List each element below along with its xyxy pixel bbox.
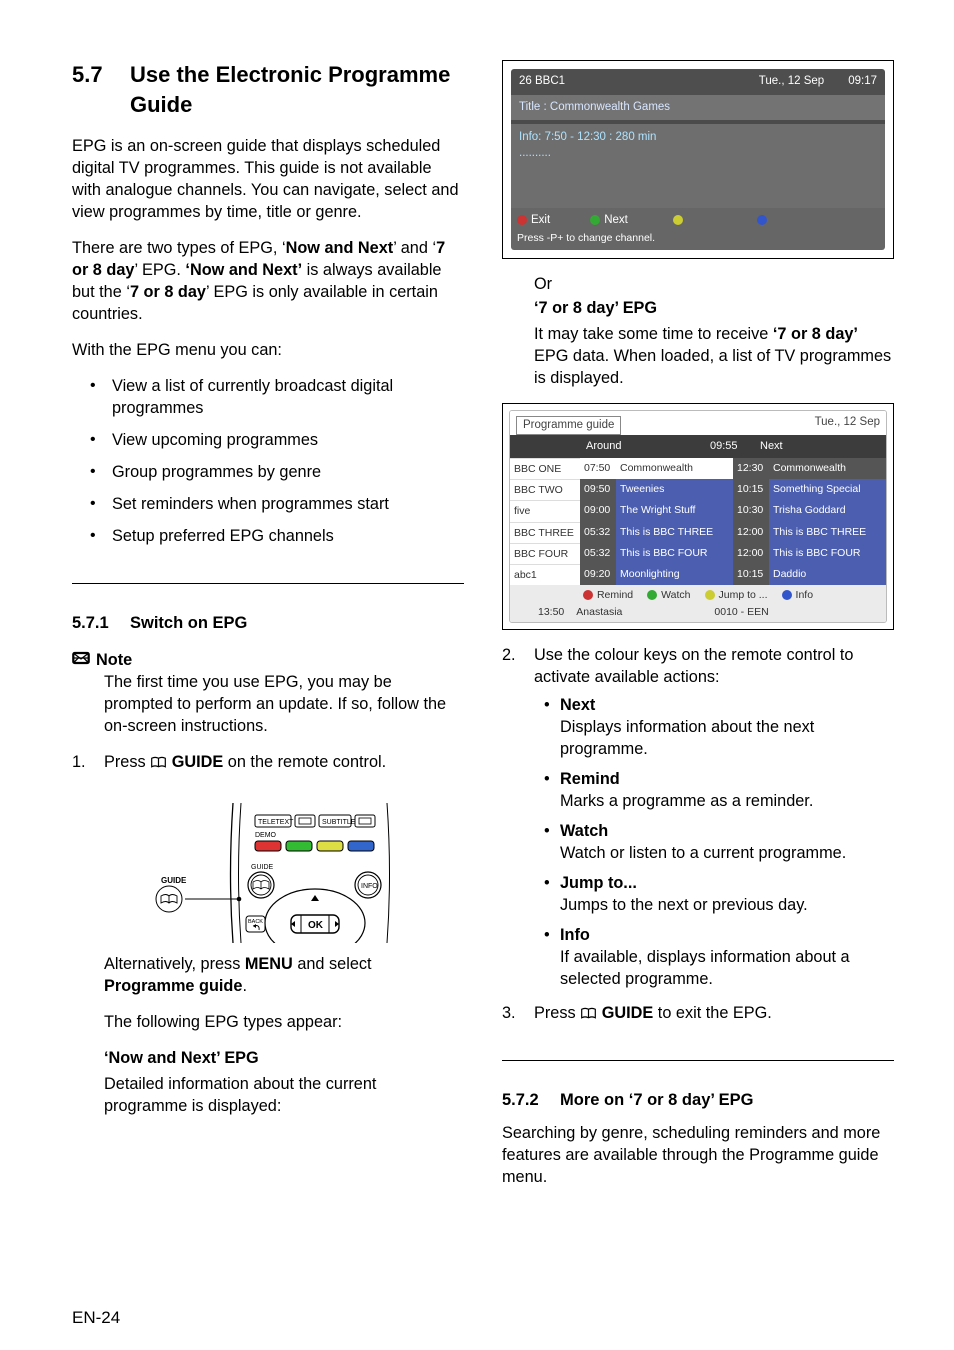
pg-tab: Programme guide xyxy=(516,416,621,436)
osd-info-line: Info: 7:50 - 12:30 : 280 min xyxy=(519,130,877,146)
svg-text:INFO: INFO xyxy=(361,883,378,890)
guide-label-callout: GUIDE xyxy=(161,876,187,885)
osd-title-line: Title : Commonwealth Games xyxy=(511,95,885,121)
action-item: RemindMarks a programme as a reminder. xyxy=(544,768,894,812)
list-item: Setup preferred EPG channels xyxy=(90,525,464,547)
seven-day-body: It may take some time to receive ‘7 or 8… xyxy=(502,323,894,389)
action-item: WatchWatch or listen to a current progra… xyxy=(544,820,894,864)
osd-date: Tue., 12 Sep xyxy=(759,74,824,90)
menu-intro: With the EPG menu you can: xyxy=(72,339,464,361)
section-title: Use the Electronic Programme Guide xyxy=(130,60,464,119)
osd-time: 09:17 xyxy=(848,74,877,90)
subsection-number: 5.7.2 xyxy=(502,1089,560,1111)
svg-text:DEMO: DEMO xyxy=(255,832,277,839)
section-heading: 5.7 Use the Electronic Programme Guide xyxy=(72,60,464,119)
now-next-osd: 26 BBC1 Tue., 12 Sep 09:17 Title : Commo… xyxy=(502,60,894,259)
pg-table: BBC ONE07:50Commonwealth12:30Commonwealt… xyxy=(510,458,886,585)
svg-text:TELETEXT: TELETEXT xyxy=(258,819,294,826)
note-heading: Note xyxy=(72,649,464,671)
note-icon xyxy=(72,649,90,670)
now-next-body: Detailed information about the current p… xyxy=(72,1073,464,1117)
svg-text:BACK: BACK xyxy=(248,919,263,925)
feature-list: View a list of currently broadcast digit… xyxy=(72,375,464,557)
action-item: InfoIf available, displays information a… xyxy=(544,924,894,990)
divider xyxy=(502,1060,894,1061)
subsection-number: 5.7.1 xyxy=(72,612,130,634)
pg-date: Tue., 12 Sep xyxy=(815,415,880,431)
alternative-instruction: Alternatively, press MENU and select Pro… xyxy=(72,953,464,997)
seven-day-osd: Programme guide Tue., 12 Sep Around 09:5… xyxy=(502,403,894,631)
list-item: Set reminders when programmes start xyxy=(90,493,464,515)
list-item: View a list of currently broadcast digit… xyxy=(90,375,464,419)
page-footer: EN-24 xyxy=(72,1307,464,1330)
or-label: Or xyxy=(502,273,894,295)
remote-figure: GUIDE TELETEXT SUBTITLE DEMO xyxy=(72,803,464,943)
subsection-heading: 5.7.1 Switch on EPG xyxy=(72,612,464,634)
sub2-body: Searching by genre, scheduling reminders… xyxy=(502,1122,894,1188)
guide-icon xyxy=(150,753,167,775)
types-appear-line: The following EPG types appear: xyxy=(72,1011,464,1033)
section-number: 5.7 xyxy=(72,60,130,119)
divider xyxy=(72,583,464,584)
osd-channel: 26 BBC1 xyxy=(519,74,565,90)
action-item: NextDisplays information about the next … xyxy=(544,694,894,760)
guide-icon xyxy=(580,1004,597,1026)
seven-day-heading: ‘7 or 8 day’ EPG xyxy=(534,299,657,317)
note-body: The first time you use EPG, you may be p… xyxy=(72,671,464,737)
osd-dots: .......... xyxy=(519,146,877,162)
action-item: Jump to...Jumps to the next or previous … xyxy=(544,872,894,916)
list-item: View upcoming programmes xyxy=(90,429,464,451)
svg-text:GUIDE: GUIDE xyxy=(251,864,274,871)
epg-types-paragraph: There are two types of EPG, ‘Now and Nex… xyxy=(72,237,464,325)
svg-text:SUBTITLE: SUBTITLE xyxy=(322,819,356,826)
step-item: 2. Use the colour keys on the remote con… xyxy=(502,644,894,990)
list-item: Group programmes by genre xyxy=(90,461,464,483)
svg-text:OK: OK xyxy=(308,920,324,931)
step-item: 3. Press GUIDE to exit the EPG. xyxy=(502,1002,894,1026)
now-next-heading: ‘Now and Next’ EPG xyxy=(72,1047,464,1069)
intro-paragraph: EPG is an on-screen guide that displays … xyxy=(72,135,464,223)
subsection-title: Switch on EPG xyxy=(130,612,247,634)
note-label: Note xyxy=(96,649,132,671)
osd-footer-hint: Press -P+ to change channel. xyxy=(511,231,885,250)
step-item: 1. Press GUIDE on the remote control. xyxy=(72,751,464,775)
subsection-heading: 5.7.2 More on ‘7 or 8 day’ EPG xyxy=(502,1089,894,1111)
subsection-title: More on ‘7 or 8 day’ EPG xyxy=(560,1089,753,1111)
